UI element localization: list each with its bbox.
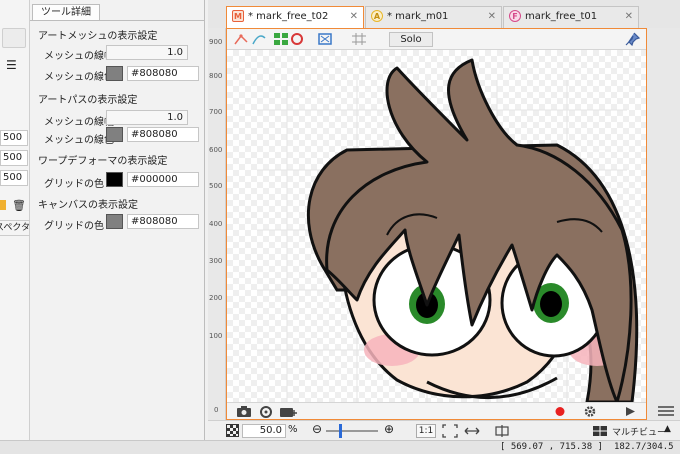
number-field[interactable]: 500 [0, 150, 28, 166]
path-tool-icon[interactable] [251, 32, 267, 46]
checkerboard-icon[interactable] [226, 424, 239, 437]
zoom-in-icon[interactable]: ⊕ [384, 422, 394, 436]
zoom-out-icon[interactable]: ⊖ [312, 422, 322, 436]
multiview-icon[interactable] [592, 425, 608, 437]
number-field[interactable]: 500 [0, 170, 28, 186]
number-field[interactable]: 500 [0, 130, 28, 146]
close-icon[interactable]: ✕ [625, 7, 633, 27]
camera-icon[interactable] [233, 404, 255, 419]
ruler-tick: 300 [209, 257, 223, 265]
field-label: メッシュの線色 [44, 135, 114, 146]
vertical-ruler: 900 800 700 600 500 400 300 200 100 0 [208, 28, 226, 420]
view-bottom-toolbar [227, 402, 646, 419]
record-icon[interactable] [549, 404, 571, 419]
section-title: ワープデフォーマの表示設定 [38, 156, 168, 167]
left-panel-strip: ☰ 500 500 500 🗑 スペクタ [0, 0, 30, 440]
model-icon: M [232, 10, 244, 22]
section-title: アートメッシュの表示設定 [38, 31, 158, 42]
play-icon[interactable] [619, 404, 641, 419]
color-swatch[interactable] [106, 214, 123, 229]
flip-horizontal-icon[interactable] [494, 424, 510, 438]
tab-mark-m01[interactable]: A * mark_m01 ✕ [365, 6, 502, 28]
cursor-coordinates: [ 569.07 , 715.38 ] [500, 442, 603, 452]
ruler-tick: 800 [209, 72, 223, 80]
solo-button[interactable]: Solo [389, 32, 433, 47]
field-label: メッシュの線幅 [44, 51, 114, 62]
grid-icon[interactable] [351, 32, 367, 46]
color-swatch[interactable] [106, 172, 123, 187]
color-hex-input[interactable]: #000000 [127, 172, 199, 187]
line-width-input[interactable]: 1.0 [106, 110, 188, 125]
pin-icon[interactable] [625, 32, 641, 46]
menu-icon[interactable]: ☰ [6, 58, 17, 72]
tool-details-body: アートメッシュの表示設定 メッシュの線幅 1.0 メッシュの線色 #808080… [30, 20, 205, 440]
tab-label: * mark_m01 [387, 11, 449, 22]
list-view-icon[interactable] [657, 405, 675, 417]
status-bar: [ 569.07 , 715.38 ] 182.7/304.5 [0, 440, 680, 454]
canvas[interactable] [227, 50, 646, 404]
field-label: メッシュの線色 [44, 72, 114, 83]
field-label: グリッドの色 [44, 179, 104, 190]
editor-area: M * mark_free_t02 ✕ A * mark_m01 ✕ Fmark_f… [208, 0, 680, 440]
ruler-tick: 0 [214, 406, 219, 414]
camera-settings-icon[interactable] [255, 404, 277, 419]
tool-details-panel: ツール詳細 アートメッシュの表示設定 メッシュの線幅 1.0 メッシュの線色 #… [30, 0, 205, 440]
scale-readout: 182.7/304.5 [614, 442, 674, 452]
ruler-tick: 700 [209, 108, 223, 116]
gear-icon[interactable] [579, 404, 601, 419]
chevron-up-icon[interactable]: ▲ [664, 424, 671, 434]
view-toolbar: Solo [227, 29, 646, 50]
character-artwork [257, 58, 639, 404]
mesh-edit-icon[interactable] [233, 32, 249, 46]
tab-label: mark_free_t01 [525, 11, 598, 22]
section-title: キャンバスの表示設定 [38, 200, 138, 211]
tab-label: * mark_free_t02 [248, 11, 329, 22]
animation-icon: A [371, 10, 383, 22]
right-side-column [647, 28, 680, 420]
camera-add-icon[interactable] [277, 404, 299, 419]
tab-mark-free-t01[interactable]: Fmark_free_t01 ✕ [503, 6, 639, 28]
status-marker [0, 200, 6, 210]
field-label: メッシュの線幅 [44, 117, 114, 128]
ruler-tick: 500 [209, 182, 223, 190]
trash-icon[interactable]: 🗑 [12, 199, 26, 212]
fit-to-window-icon[interactable] [442, 424, 458, 438]
color-hex-input[interactable]: #808080 [127, 127, 199, 142]
multiview-label[interactable]: マルチビュー [612, 425, 666, 438]
color-hex-input[interactable]: #808080 [127, 66, 199, 81]
document-tab-bar: M * mark_free_t02 ✕ A * mark_m01 ✕ Fmark_f… [208, 6, 680, 28]
color-swatch[interactable] [106, 66, 123, 81]
close-icon[interactable]: ✕ [488, 7, 496, 27]
color-hex-input[interactable]: #808080 [127, 214, 199, 229]
zoom-unit: % [288, 424, 298, 435]
ruler-tick: 100 [209, 332, 223, 340]
actual-size-button[interactable]: 1:1 [416, 424, 436, 438]
zoom-bar: 50.0 % ⊖ ⊕ 1:1 マルチビュー ▲ [208, 420, 680, 440]
pupil-right [540, 291, 562, 317]
left-tool-button[interactable] [2, 28, 26, 48]
fit-view-icon[interactable] [317, 32, 333, 46]
zoom-slider-track[interactable] [326, 430, 378, 432]
zoom-input[interactable]: 50.0 [242, 424, 286, 438]
line-width-input[interactable]: 1.0 [106, 45, 188, 60]
fit-width-icon[interactable] [464, 424, 480, 438]
ruler-tick: 200 [209, 294, 223, 302]
model-view: Solo [226, 28, 647, 420]
color-swatch[interactable] [106, 127, 123, 142]
close-icon[interactable]: ✕ [350, 7, 358, 27]
rotation-icon[interactable] [289, 32, 305, 46]
tab-tool-details[interactable]: ツール詳細 [32, 4, 100, 21]
zoom-slider-thumb[interactable] [339, 424, 342, 438]
inspector-tab-label[interactable]: スペクタ [0, 220, 30, 236]
ruler-tick: 900 [209, 38, 223, 46]
tab-mark-free-t02[interactable]: M * mark_free_t02 ✕ [226, 6, 364, 28]
ruler-tick: 600 [209, 146, 223, 154]
deformer-icon[interactable] [273, 32, 289, 46]
model-icon: F [509, 10, 521, 22]
field-label: グリッドの色 [44, 221, 104, 232]
application-window: ☰ 500 500 500 🗑 スペクタ ツール詳細 アートメッシュの表示設定 … [0, 0, 680, 454]
section-title: アートパスの表示設定 [38, 95, 138, 106]
ruler-tick: 400 [209, 220, 223, 228]
